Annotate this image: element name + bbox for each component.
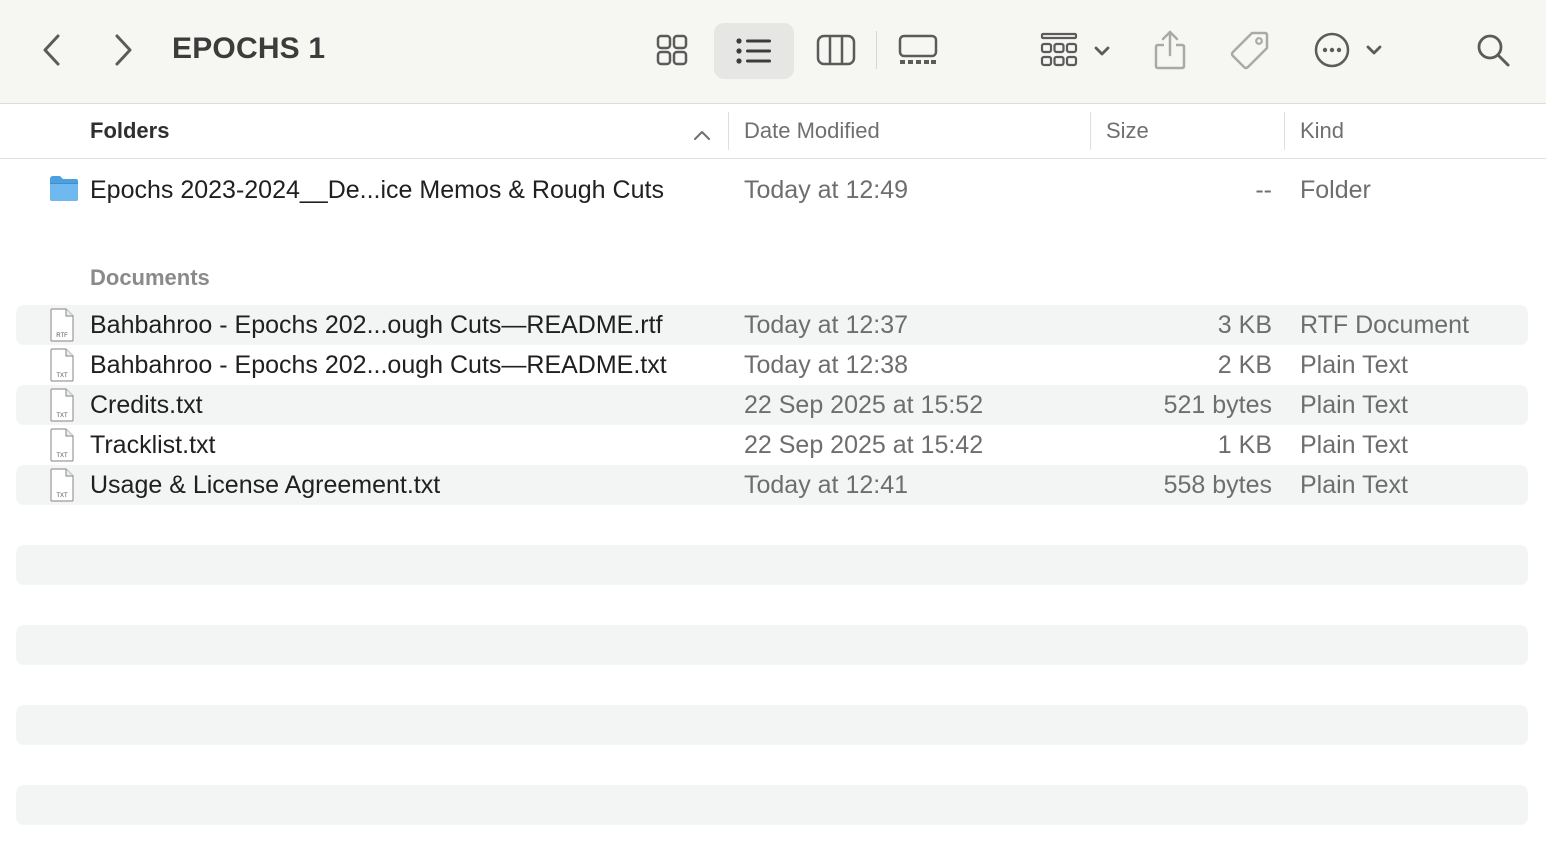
- file-size: 3 KB: [1217, 311, 1272, 339]
- share-icon[interactable]: [1148, 24, 1192, 76]
- list-view-icon[interactable]: [714, 23, 794, 79]
- file-size: 2 KB: [1217, 351, 1272, 379]
- date-modified: Today at 12:41: [744, 471, 909, 499]
- empty-row-stripe: [16, 545, 1528, 585]
- column-view-icon[interactable]: [812, 27, 860, 73]
- txt-file-icon: TXT: [48, 468, 76, 509]
- file-size: 1 KB: [1217, 431, 1272, 459]
- column-kind-header[interactable]: Kind: [1300, 118, 1344, 144]
- empty-row-stripe: [16, 785, 1528, 825]
- column-size-header[interactable]: Size: [1106, 118, 1149, 144]
- file-name: Tracklist.txt: [90, 431, 216, 459]
- ellipsis-circle-icon[interactable]: [1310, 26, 1390, 74]
- tag-icon[interactable]: [1226, 26, 1274, 74]
- table-row[interactable]: TXT Usage & License Agreement.txt Today …: [16, 465, 1528, 505]
- chevron-left-icon[interactable]: [30, 28, 74, 72]
- column-divider[interactable]: [1090, 112, 1091, 150]
- file-name: Credits.txt: [90, 391, 203, 419]
- column-header: Folders Date Modified Size Kind: [0, 104, 1546, 159]
- toolbar-separator: [876, 31, 877, 69]
- date-modified: Today at 12:38: [744, 351, 909, 379]
- empty-row-stripe: [16, 625, 1528, 665]
- table-row[interactable]: TXT Bahbahroo - Epochs 202...ough Cuts—R…: [16, 345, 1528, 385]
- file-kind: Folder: [1300, 176, 1371, 204]
- column-date-header[interactable]: Date Modified: [744, 118, 880, 144]
- file-kind: Plain Text: [1300, 471, 1408, 499]
- section-label-documents: Documents: [90, 265, 210, 290]
- svg-text:TXT: TXT: [56, 413, 68, 419]
- date-modified: Today at 12:37: [744, 311, 909, 339]
- file-size: --: [1255, 176, 1272, 204]
- txt-file-icon: TXT: [48, 388, 76, 429]
- toolbar: EPOCHS 1: [0, 0, 1546, 104]
- file-name: Usage & License Agreement.txt: [90, 471, 441, 499]
- column-divider[interactable]: [1284, 112, 1285, 150]
- date-modified: 22 Sep 2025 at 15:52: [744, 391, 984, 419]
- txt-file-icon: TXT: [48, 348, 76, 389]
- date-modified: Today at 12:49: [744, 176, 909, 204]
- file-size: 558 bytes: [1163, 471, 1272, 499]
- rtf-file-icon: RTF: [48, 308, 76, 349]
- file-name: Bahbahroo - Epochs 202...ough Cuts—READM…: [90, 351, 667, 379]
- svg-text:TXT: TXT: [56, 453, 68, 459]
- chevron-right-icon[interactable]: [101, 28, 145, 72]
- file-kind: RTF Document: [1300, 311, 1470, 339]
- table-row[interactable]: RTF Bahbahroo - Epochs 202...ough Cuts—R…: [16, 305, 1528, 345]
- svg-text:TXT: TXT: [56, 493, 68, 499]
- folder-icon: [48, 173, 80, 210]
- table-row[interactable]: TXT Tracklist.txt 22 Sep 2025 at 15:42 1…: [16, 425, 1528, 465]
- date-modified: 22 Sep 2025 at 15:42: [744, 431, 984, 459]
- file-kind: Plain Text: [1300, 431, 1408, 459]
- empty-row-stripe: [16, 705, 1528, 745]
- txt-file-icon: TXT: [48, 428, 76, 469]
- file-name: Epochs 2023-2024__De...ice Memos & Rough…: [90, 176, 664, 204]
- file-size: 521 bytes: [1163, 391, 1272, 419]
- svg-text:RTF: RTF: [56, 333, 68, 339]
- svg-text:TXT: TXT: [56, 373, 68, 379]
- sort-ascending-icon[interactable]: [692, 122, 712, 148]
- table-row[interactable]: TXT Credits.txt 22 Sep 2025 at 15:52 521…: [16, 385, 1528, 425]
- column-divider[interactable]: [728, 112, 729, 150]
- finder-window: EPOCHS 1 Folders Date Modified Size Kind…: [0, 0, 1546, 862]
- search-icon[interactable]: [1468, 26, 1518, 74]
- gallery-view-icon[interactable]: [892, 27, 944, 73]
- file-name: Bahbahroo - Epochs 202...ough Cuts—READM…: [90, 311, 663, 339]
- icon-view-icon[interactable]: [648, 27, 696, 73]
- file-kind: Plain Text: [1300, 391, 1408, 419]
- table-row[interactable]: Epochs 2023-2024__De...ice Memos & Rough…: [16, 170, 1528, 210]
- file-kind: Plain Text: [1300, 351, 1408, 379]
- window-title: EPOCHS 1: [172, 32, 326, 65]
- column-name-header[interactable]: Folders: [90, 118, 169, 144]
- group-by-icon[interactable]: [1036, 26, 1116, 74]
